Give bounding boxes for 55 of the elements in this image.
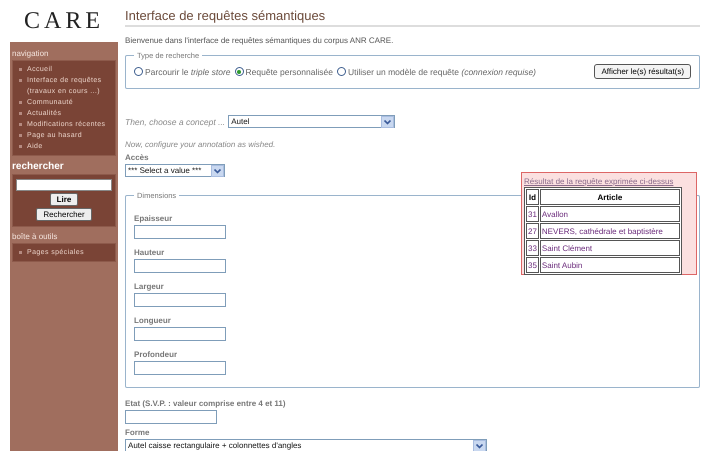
input-field[interactable] (134, 327, 226, 341)
bullet-icon (19, 68, 22, 71)
bullet-icon (19, 134, 22, 137)
search-button[interactable]: Rechercher (36, 208, 92, 221)
result-title[interactable]: Résultat de la requête exprimée ci-dessus (524, 177, 674, 186)
radio-button[interactable] (234, 67, 244, 76)
article-link[interactable]: Saint Clément (540, 240, 680, 256)
field-label: Hauteur (134, 248, 164, 257)
input-field[interactable] (134, 361, 226, 375)
radio-label[interactable]: Parcourir le triple store (145, 66, 231, 76)
field-label: Epaisseur (134, 214, 172, 223)
section-title: boîte à outils (11, 231, 58, 243)
field-label: Largeur (134, 282, 164, 291)
radio-button[interactable] (336, 67, 346, 76)
show-results-button[interactable]: Afficher le(s) résultat(s) (594, 64, 691, 79)
radio-label[interactable]: Requête personnalisée (246, 66, 333, 76)
radio-label[interactable]: Utiliser un modèle de requête (connexion requise) (348, 66, 536, 76)
article-link[interactable]: NEVERS, cathédrale et baptistère (540, 223, 680, 239)
page-title: Interface de requêtes sémantiques (125, 8, 700, 27)
value-dropdown[interactable]: *** Select a value *** (125, 164, 225, 177)
radio-button[interactable] (134, 67, 143, 76)
table-cell: 33 (526, 240, 539, 256)
section-title: navigation (11, 48, 50, 60)
dropdown-arrow-icon[interactable] (473, 440, 486, 451)
section-title: rechercher (11, 160, 65, 174)
bullet-icon (19, 112, 22, 115)
instruction-text: Now, configure your annotation as wished. (125, 140, 276, 149)
bullet-icon (19, 123, 22, 126)
value-dropdown[interactable]: Autel caisse rectangulaire + colonnettes d'angles (125, 439, 487, 451)
table-cell: 35 (526, 257, 539, 273)
field-label: Longueur (134, 316, 171, 325)
bullet-icon (19, 101, 22, 104)
intro-text: Bienvenue dans l'interface de requêtes sémantiques du corpus ANR CARE. (125, 36, 394, 45)
column-header: Article (540, 189, 680, 205)
input-field[interactable] (134, 259, 226, 273)
search-field[interactable] (16, 179, 112, 191)
table-cell: 27 (526, 223, 539, 239)
input-field[interactable] (125, 410, 217, 424)
bullet-icon (19, 79, 22, 82)
column-header: Id (526, 189, 539, 205)
article-link[interactable]: Avallon (540, 206, 680, 222)
site-logo[interactable]: CARE (10, 0, 118, 42)
field-label: Profondeur (134, 350, 178, 359)
input-field[interactable] (134, 225, 226, 239)
input-field[interactable] (134, 293, 226, 307)
bullet-icon (19, 251, 22, 254)
field-label: Accès (125, 153, 149, 162)
concept-label: Then, choose a concept ... (125, 116, 226, 126)
bullet-icon (19, 145, 22, 148)
article-link[interactable]: Saint Aubin (540, 257, 680, 273)
field-label: Forme (125, 428, 150, 437)
field-label: Etat (S.V.P. : valeur comprise entre 4 et 11) (125, 399, 286, 408)
table-cell: 31 (526, 206, 539, 222)
concept-dropdown[interactable]: Autel (228, 115, 396, 128)
go-button[interactable]: Lire (50, 193, 78, 206)
